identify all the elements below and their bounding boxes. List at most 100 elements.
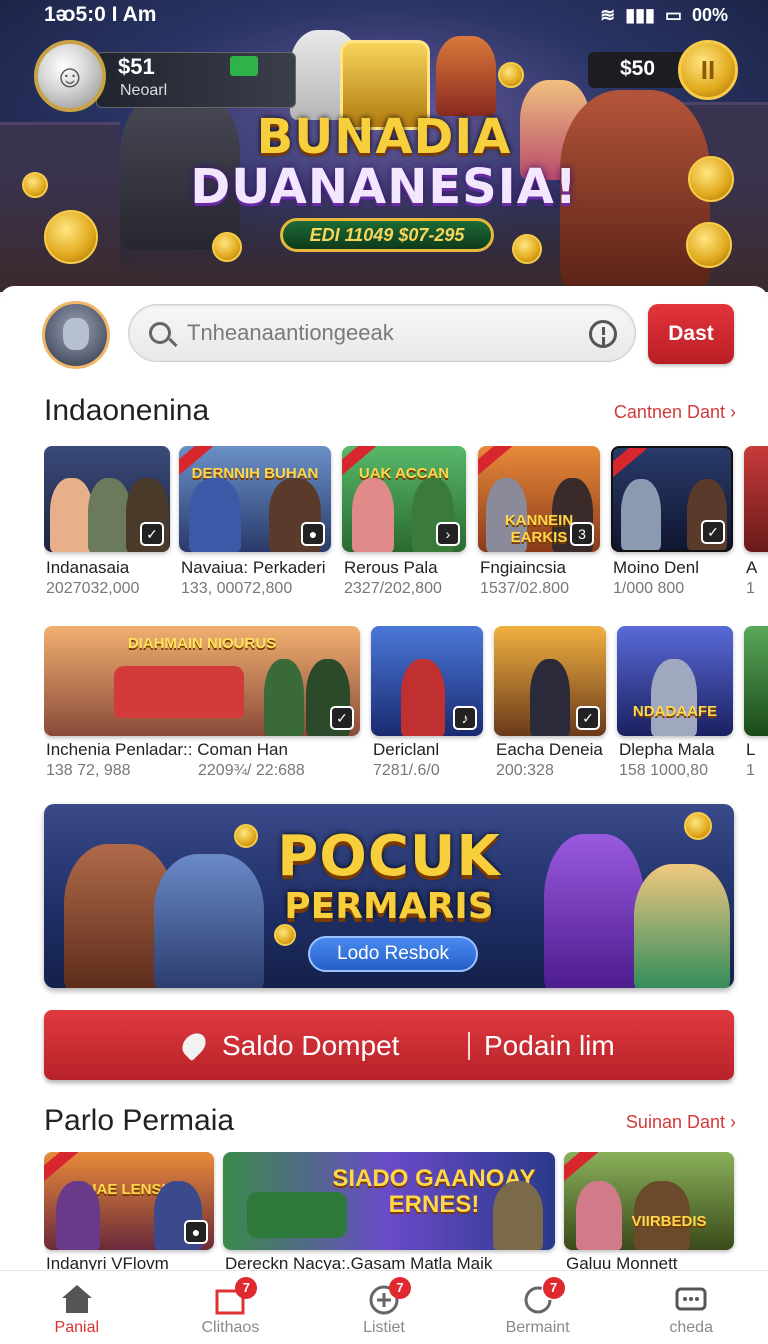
status-time: 1ᴔ5:0 I Am: [44, 3, 157, 26]
game-count: 1537/02.800: [480, 580, 569, 597]
game-count: 2027032,000: [46, 580, 140, 597]
section-title: Parlo Permaia: [44, 1104, 235, 1137]
game-title: Fngiaincsia: [480, 558, 566, 577]
play-badge-icon: ✓: [576, 706, 600, 730]
search-row: Dast: [0, 286, 768, 386]
game-thumbnail[interactable]: DERNNIH BUHAN ●: [179, 446, 331, 552]
clock-icon[interactable]: [589, 320, 617, 348]
game-count: 1: [746, 762, 755, 779]
game-count: 1: [746, 580, 755, 597]
pin-icon: [177, 1028, 211, 1062]
coin-icon: [274, 924, 296, 946]
game-count: 7281/.6/0: [373, 762, 440, 779]
battery-icon: ▭: [664, 4, 682, 25]
coin-icon: [498, 62, 524, 88]
notification-badge: 7: [388, 1277, 411, 1299]
thumb-title: DERNNIH BUHAN: [191, 465, 319, 483]
game-count: 158 1000,80: [619, 762, 708, 779]
hero-jackpot-pill[interactable]: EDI 11049 $07-295: [280, 218, 494, 252]
game-title: Eacha Deneia: [496, 740, 603, 759]
game-thumbnail[interactable]: UAE LENSH ●: [44, 1152, 214, 1250]
search-icon: [149, 322, 171, 344]
battery-percent: 00%: [691, 4, 728, 25]
game-thumbnail[interactable]: VIIRBEDIS: [564, 1152, 734, 1250]
hero-title: BUNADIA DUANANESIA!: [0, 112, 768, 212]
game-thumbnail[interactable]: ✓: [611, 446, 733, 552]
coin-menu-icon[interactable]: II: [678, 40, 738, 100]
hero-title-line1: BUNADIA: [256, 109, 512, 165]
coin-icon: [512, 234, 542, 264]
play-badge-icon: ✓: [140, 522, 164, 546]
avatar[interactable]: [42, 301, 110, 369]
game-title: Inchenia Penladar:: Coman Han: [46, 740, 288, 759]
play-badge-icon: ✓: [701, 520, 725, 544]
game-thumbnail[interactable]: KANNEIN EARKIS 3: [478, 446, 600, 552]
wallet-balance-left[interactable]: ☺ $51 Neoarl: [34, 40, 296, 112]
cash-card-icon[interactable]: [230, 56, 258, 76]
hero-character: [436, 36, 496, 116]
game-title: Dericlanl: [373, 740, 440, 759]
nav-label: Bermaint: [505, 1319, 570, 1336]
nav-item-refresh[interactable]: 7 Bermaint: [461, 1271, 615, 1344]
game-title: Moino Denl: [613, 558, 699, 577]
promo-button[interactable]: Lodo Resbok: [308, 936, 478, 972]
play-badge-icon: ›: [436, 522, 460, 546]
game-count: 133, 00072,800: [181, 580, 293, 597]
coin-icon: [44, 210, 98, 264]
main-content: Dast Indaonenina Cantnen Dant › ✓ Indana…: [0, 286, 768, 1344]
hero-banner[interactable]: 1ᴔ5:0 I Am ≋ ▮▮▮ ▭ 00% ☺ $51 Neoarl $50 …: [0, 0, 768, 292]
game-thumbnail[interactable]: ✓: [494, 626, 606, 736]
wallet-label: Neoarl: [120, 82, 168, 99]
bottom-nav: Panial 7 Clithaos 7 Listiet 7 Bermaint c…: [0, 1270, 768, 1344]
thumb-title: UAK ACCAN: [358, 465, 450, 483]
status-bar: 1ᴔ5:0 I Am ≋ ▮▮▮ ▭ 00%: [0, 0, 768, 30]
section-header: Parlo Permaia Suinan Dant ›: [44, 1104, 736, 1144]
wallet-bar-label: Saldo Dompet: [222, 1030, 400, 1061]
promo-banner[interactable]: POCUK PERMARIS Lodo Resbok: [44, 804, 734, 988]
nav-item-gift[interactable]: 7 Clithaos: [154, 1271, 308, 1344]
game-thumbnail[interactable]: [744, 446, 768, 552]
game-row: UAE LENSH ● Indanyri VFlovm SIADO GAANOA…: [44, 1152, 768, 1272]
search-button[interactable]: Dast: [648, 304, 734, 364]
game-count: 2209¾/ 22:688: [198, 762, 305, 779]
wallet-bar-button[interactable]: Saldo Dompet Podain lim: [44, 1010, 734, 1080]
nav-label: Clithaos: [201, 1319, 260, 1336]
play-badge-icon: ✓: [330, 706, 354, 730]
nav-item-home[interactable]: Panial: [0, 1271, 154, 1344]
game-thumbnail[interactable]: NDADAAFE: [617, 626, 733, 736]
game-count: 200:328: [496, 762, 554, 779]
game-title: Indanasaia: [46, 558, 130, 577]
play-badge-icon: ♪: [453, 706, 477, 730]
hero-title-line2: DUANANESIA!: [190, 159, 578, 215]
game-thumbnail[interactable]: SIADO GAANOAY ERNES!: [223, 1152, 555, 1250]
game-title: Rerous Pala: [344, 558, 438, 577]
wallet-balance-right[interactable]: $50 II: [588, 40, 738, 104]
game-thumbnail[interactable]: [744, 626, 768, 736]
game-thumbnail[interactable]: DIAHMAIN NIOURUS ✓: [44, 626, 360, 736]
promo-title: POCUK: [277, 824, 501, 889]
notification-badge: 7: [235, 1277, 258, 1299]
search-input[interactable]: [187, 305, 577, 361]
nav-item-chat[interactable]: cheda: [614, 1271, 768, 1344]
game-count: 1/000 800: [613, 580, 685, 597]
promo-subtitle: PERMARIS: [284, 886, 494, 927]
wallet-bar-label-secondary: Podain lim: [484, 1030, 615, 1061]
game-thumbnail[interactable]: ✓: [44, 446, 170, 552]
game-thumbnail[interactable]: ♪: [371, 626, 483, 736]
coin-icon: [686, 222, 732, 268]
game-title: A: [746, 558, 758, 577]
coin-icon: [212, 232, 242, 262]
game-thumbnail[interactable]: UAK ACCAN ›: [342, 446, 466, 552]
player-avatar-icon[interactable]: ☺: [34, 40, 106, 112]
wifi-icon: ≋: [600, 4, 616, 25]
refresh-icon: 7: [521, 1277, 565, 1315]
game-count: 138 72, 988: [46, 762, 131, 779]
play-badge-icon: ●: [301, 522, 325, 546]
see-all-link[interactable]: Suinan Dant ›: [626, 1112, 736, 1133]
wallet-amount: $51: [118, 54, 155, 79]
nav-item-list[interactable]: 7 Listiet: [307, 1271, 461, 1344]
search-bar[interactable]: [128, 304, 636, 362]
game-title: L: [746, 740, 756, 759]
nav-label: cheda: [669, 1319, 713, 1336]
see-all-link[interactable]: Cantnen Dant ›: [614, 402, 736, 423]
